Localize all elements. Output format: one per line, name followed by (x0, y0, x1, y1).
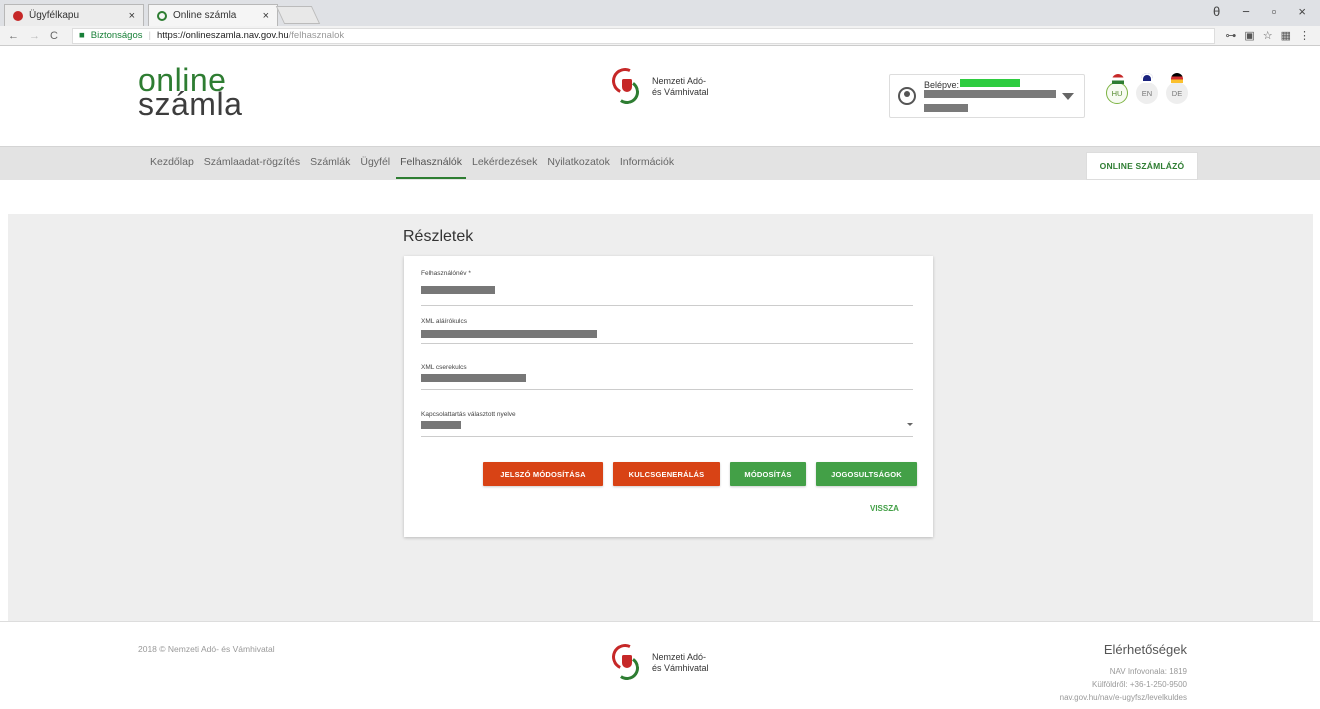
footer-agency-line1: Nemzeti Adó- (652, 652, 707, 662)
lang-hu-button[interactable]: HU (1106, 74, 1128, 104)
nav-item-lekerdezesek[interactable]: Lekérdezések (468, 147, 541, 181)
secure-label: Biztonságos (90, 30, 143, 41)
redacted-exchange-key-value (421, 374, 526, 382)
username-field[interactable]: Felhasználónév * (421, 270, 913, 306)
close-window-button[interactable]: × (1298, 4, 1306, 19)
url-path: /felhasznalok (288, 30, 345, 41)
contact-message-link[interactable]: nav.gov.hu/nav/e-ugyfsz/levelkuldes (1060, 691, 1187, 704)
modify-button[interactable]: MÓDOSÍTÁS (730, 462, 806, 486)
lang-code: DE (1171, 88, 1183, 98)
language-switcher: HU EN DE (1106, 73, 1188, 104)
tab-label: Online számla (173, 10, 237, 21)
address-bar-actions: ⊶ ▣ ☆ ▦ ⋮ (1215, 29, 1320, 42)
bookmark-star-icon[interactable]: ☆ (1263, 29, 1273, 42)
login-label: Belépve: (924, 80, 960, 90)
browser-nav-buttons: ← → C (0, 30, 72, 42)
xml-sign-key-label: XML aláírókulcs (421, 318, 467, 325)
online-szamlazo-button[interactable]: ONLINE SZÁMLÁZÓ (1086, 152, 1198, 180)
address-bar-row: ← → C ■ Biztonságos | https://onlineszam… (0, 26, 1320, 46)
account-icon[interactable]: θ (1213, 4, 1220, 19)
url-input[interactable]: ■ Biztonságos | https://onlineszamla.nav… (72, 27, 1216, 44)
url-separator: | (148, 30, 151, 41)
ugyfelkapu-favicon-icon (13, 10, 23, 21)
lock-icon: ■ (79, 30, 85, 41)
lang-code: HU (1111, 88, 1123, 98)
lang-de-button[interactable]: DE (1166, 73, 1188, 104)
back-arrow-icon[interactable]: ← (8, 30, 19, 42)
contact-hotline: NAV Infovonala: 1819 (1109, 667, 1187, 676)
uk-flag-icon (1141, 73, 1153, 83)
maximize-button[interactable]: ▫ (1272, 4, 1277, 19)
redacted-sign-key-value (421, 330, 597, 338)
nav-items: Kezdőlap Számlaadat-rögzítés Számlák Ügy… (146, 147, 680, 181)
browser-tab-online-szamla[interactable]: Online számla × (148, 4, 278, 26)
close-tab-icon[interactable]: × (129, 10, 135, 22)
reload-icon[interactable]: C (50, 30, 58, 42)
hungary-flag-icon (1112, 74, 1124, 84)
close-tab-icon[interactable]: × (263, 10, 269, 22)
nav-agency-logo: Nemzeti Adó- és Vámhivatal (608, 64, 709, 106)
browser-tab-strip: Ügyfélkapu × Online számla × θ − ▫ × (0, 0, 1320, 26)
nav-item-informaciok[interactable]: Információk (616, 147, 678, 181)
redacted-user-status (960, 79, 1020, 87)
user-login-dropdown[interactable]: Belépve: (889, 74, 1085, 118)
agency-name-line1: Nemzeti Adó- (652, 76, 707, 86)
translate-icon[interactable]: ▣ (1244, 29, 1254, 42)
new-tab-button[interactable] (275, 6, 321, 24)
contact-language-label: Kapcsolattartás választott nyelve (421, 411, 516, 418)
lang-en-button[interactable]: EN (1136, 73, 1158, 104)
lang-code: EN (1141, 88, 1153, 98)
contacts-block: Elérhetőségek NAV Infovonala: 1819 Külfö… (1060, 642, 1187, 704)
chevron-down-icon (907, 423, 913, 426)
contact-abroad: Külföldről: +36-1-250-9500 (1092, 680, 1187, 689)
online-szamla-favicon-icon (157, 10, 167, 21)
nav-item-kezdolap[interactable]: Kezdőlap (146, 147, 198, 181)
logo-line-szamla: számla (138, 86, 243, 122)
minimize-button[interactable]: − (1242, 4, 1250, 19)
nav-item-nyilatkozatok[interactable]: Nyilatkozatok (543, 147, 613, 181)
url-host: https://onlineszamla.nav.gov.hu (156, 30, 289, 41)
redacted-user-name (924, 90, 1056, 98)
xml-sign-key-field[interactable]: XML aláírókulcs (421, 318, 913, 344)
main-navigation: Kezdőlap Számlaadat-rögzítés Számlák Ügy… (0, 146, 1320, 180)
menu-icon[interactable]: ⋮ (1299, 29, 1310, 42)
username-label: Felhasználónév * (421, 270, 471, 277)
nav-item-felhasznalok[interactable]: Felhasználók (396, 147, 466, 181)
footer-agency-line2: és Vámhivatal (652, 663, 709, 673)
germany-flag-icon (1171, 73, 1183, 83)
footer-emblem-icon (608, 640, 642, 682)
footer-agency-logo: Nemzeti Adó- és Vámhivatal (608, 640, 709, 682)
redacted-user-id (924, 104, 968, 112)
key-generation-button[interactable]: KULCSGENERÁLÁS (613, 462, 720, 486)
nav-item-szamlak[interactable]: Számlák (306, 147, 354, 181)
window-controls: θ − ▫ × (1213, 4, 1320, 19)
chevron-down-icon (1062, 93, 1074, 100)
contact-language-select[interactable]: Kapcsolattartás választott nyelve (421, 411, 913, 437)
agency-name-line2: és Vámhivatal (652, 87, 709, 97)
browser-tab-ugyfelkapu[interactable]: Ügyfélkapu × (4, 4, 144, 26)
redacted-language-value (421, 421, 461, 429)
user-account-icon (898, 87, 916, 105)
forward-arrow-icon[interactable]: → (29, 30, 40, 42)
nav-item-szamlaadat-rogzites[interactable]: Számlaadat-rögzítés (200, 147, 304, 181)
redacted-username-value (421, 286, 495, 294)
online-szamla-logo[interactable]: online számla (138, 64, 243, 122)
permissions-button[interactable]: JOGOSULTSÁGOK (816, 462, 917, 486)
page-title: Részletek (403, 228, 474, 245)
back-button[interactable]: VISSZA (870, 504, 899, 513)
tab-label: Ügyfélkapu (29, 10, 80, 21)
change-password-button[interactable]: JELSZÓ MÓDOSÍTÁSA (483, 462, 603, 486)
xml-exchange-key-label: XML cserekulcs (421, 364, 467, 371)
key-icon[interactable]: ⊶ (1225, 29, 1236, 42)
nav-item-ugyfel[interactable]: Ügyfél (356, 147, 394, 181)
contacts-title: Elérhetőségek (1103, 642, 1187, 657)
xml-exchange-key-field[interactable]: XML cserekulcs (421, 364, 913, 390)
details-card: Felhasználónév * XML aláírókulcs XML cse… (404, 256, 933, 537)
copyright-text: 2018 © Nemzeti Adó- és Vámhivatal (138, 644, 275, 654)
nav-emblem-icon (608, 64, 642, 106)
site-footer: 2018 © Nemzeti Adó- és Vámhivatal Nemzet… (0, 621, 1320, 709)
extension-icon[interactable]: ▦ (1281, 29, 1291, 42)
